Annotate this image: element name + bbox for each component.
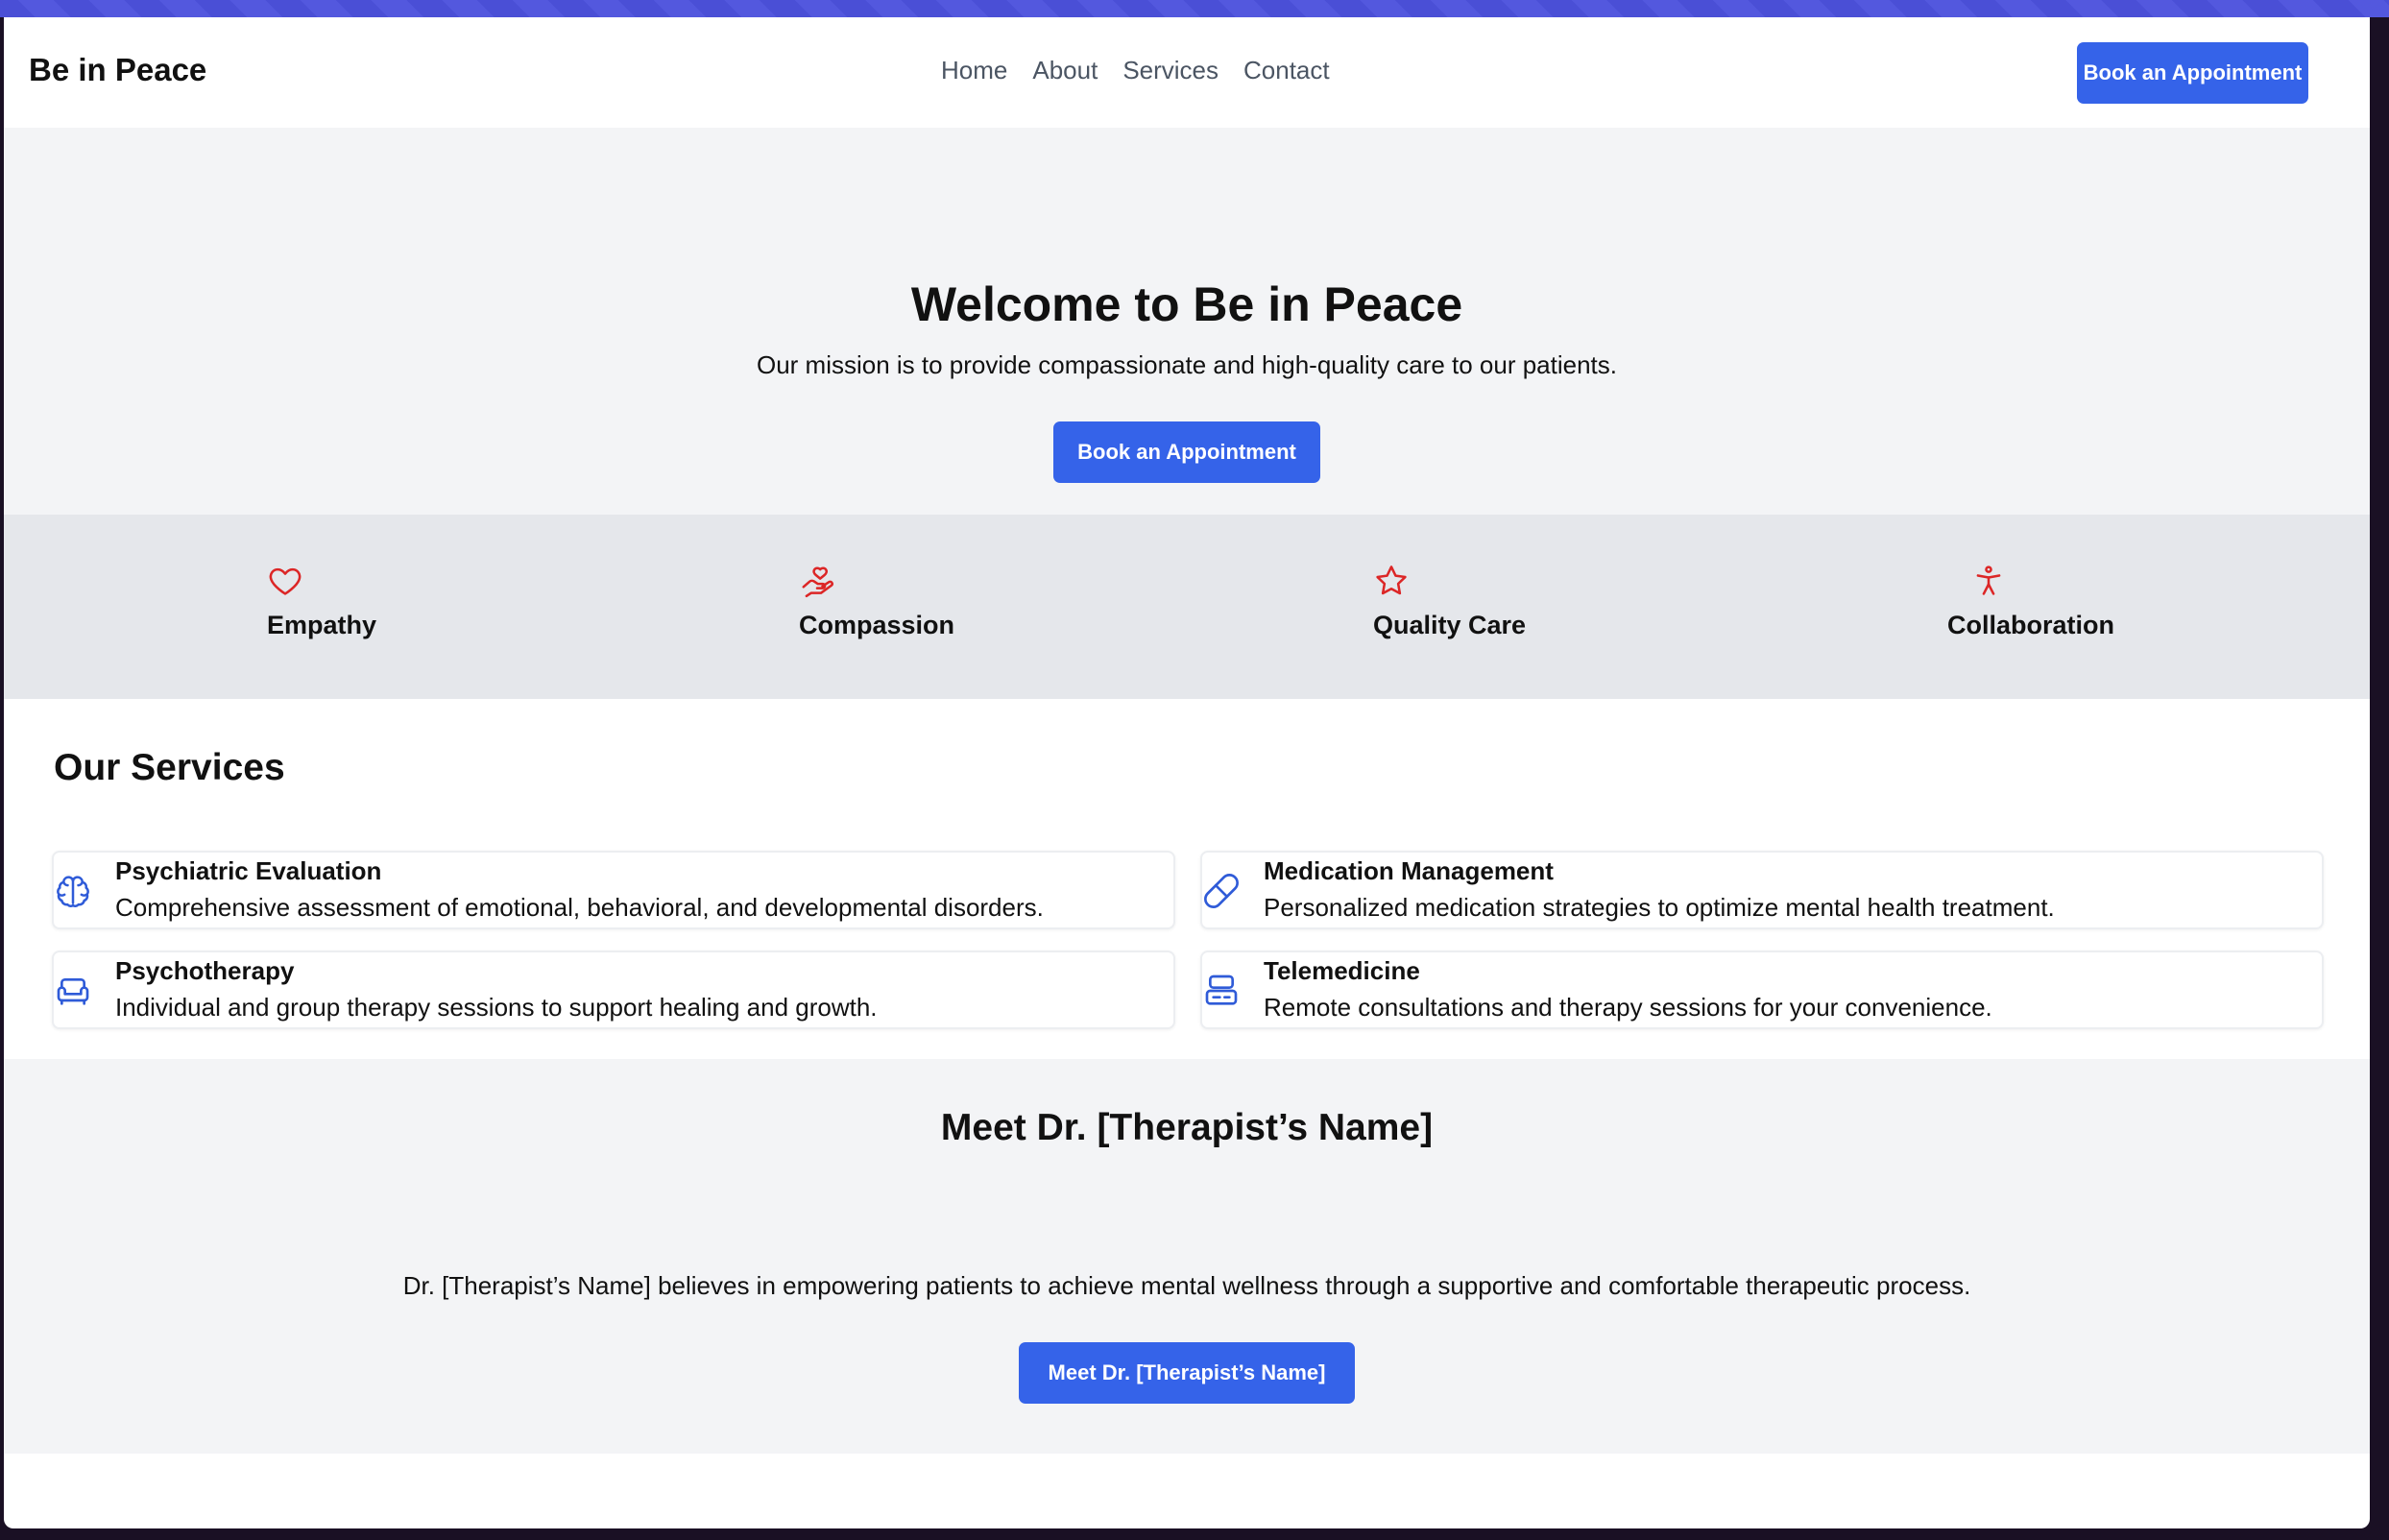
- nav-services-link[interactable]: Services: [1122, 56, 1219, 85]
- hero-title: Welcome to Be in Peace: [910, 277, 1463, 331]
- value-label: Collaboration: [1947, 611, 2114, 639]
- nav-contact-link[interactable]: Contact: [1243, 56, 1330, 85]
- hero-section: Welcome to Be in Peace Our mission is to…: [4, 128, 2370, 515]
- service-description: Remote consultations and therapy session…: [1264, 993, 1992, 1022]
- service-description: Personalized medication strategies to op…: [1264, 893, 2055, 922]
- service-card-psychiatric-evaluation[interactable]: Psychiatric Evaluation Comprehensive ass…: [52, 851, 1175, 929]
- value-label: Empathy: [267, 611, 377, 639]
- value-quality-care: Quality Care: [1373, 563, 1526, 640]
- value-collaboration: Collaboration: [1947, 563, 2114, 640]
- service-title: Psychiatric Evaluation: [115, 856, 382, 885]
- values-section: Empathy Compassion Quality Care Collabor…: [4, 515, 2370, 699]
- service-title: Telemedicine: [1264, 956, 1420, 985]
- services-section: Our Services Psychiatric Evaluation Comp…: [4, 699, 2370, 1059]
- service-title: Psychotherapy: [115, 956, 295, 985]
- meet-therapist-button[interactable]: Meet Dr. [Therapist’s Name]: [1019, 1342, 1355, 1404]
- star-icon: [1373, 563, 1410, 599]
- meet-heading: Meet Dr. [Therapist’s Name]: [940, 1107, 1434, 1148]
- brain-icon: [54, 872, 92, 910]
- sofa-icon: [54, 972, 92, 1010]
- meet-therapist-section: Meet Dr. [Therapist’s Name] Dr. [Therapi…: [4, 1059, 2370, 1454]
- value-label: Compassion: [799, 611, 955, 639]
- value-compassion: Compassion: [799, 563, 954, 640]
- browser-top-stripe: [0, 0, 2389, 17]
- page-window: Be in Peace Home About Services Contact …: [4, 17, 2370, 1528]
- value-label: Quality Care: [1373, 611, 1527, 639]
- nav-about-link[interactable]: About: [1032, 56, 1098, 85]
- hero-book-appointment-button[interactable]: Book an Appointment: [1053, 421, 1320, 483]
- hero-subtitle: Our mission is to provide compassionate …: [756, 350, 1618, 379]
- site-header: Be in Peace Home About Services Contact …: [4, 17, 2370, 128]
- pill-icon: [1202, 872, 1241, 910]
- meet-text: Dr. [Therapist’s Name] believes in empow…: [402, 1271, 1971, 1300]
- services-heading: Our Services: [54, 747, 285, 788]
- nav-home-link[interactable]: Home: [941, 56, 1007, 85]
- service-description: Comprehensive assessment of emotional, b…: [115, 893, 1044, 922]
- brand-logo-text[interactable]: Be in Peace: [29, 52, 206, 88]
- heart-icon: [267, 563, 303, 599]
- service-description: Individual and group therapy sessions to…: [115, 993, 878, 1022]
- value-empathy: Empathy: [267, 563, 376, 640]
- service-card-telemedicine[interactable]: Telemedicine Remote consultations and th…: [1200, 950, 2324, 1029]
- header-book-appointment-button[interactable]: Book an Appointment: [2077, 42, 2308, 104]
- service-title: Medication Management: [1264, 856, 1554, 885]
- main-nav: Home About Services Contact: [941, 56, 1330, 85]
- device-icon: [1202, 972, 1241, 1010]
- person-icon: [1970, 563, 2007, 599]
- service-card-medication-management[interactable]: Medication Management Personalized medic…: [1200, 851, 2324, 929]
- hand-heart-icon: [799, 563, 835, 599]
- service-card-psychotherapy[interactable]: Psychotherapy Individual and group thera…: [52, 950, 1175, 1029]
